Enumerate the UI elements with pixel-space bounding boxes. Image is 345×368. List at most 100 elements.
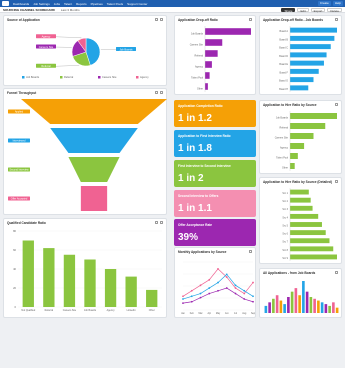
legend-label: Agency [140, 75, 149, 79]
bar [279, 300, 283, 313]
bar [290, 222, 322, 227]
share-button[interactable]: Share [281, 7, 296, 13]
x-tick-label: Jun [225, 313, 229, 315]
y-tick-label: 20 [13, 286, 16, 290]
legend-swatch [60, 76, 63, 79]
series-point [217, 289, 219, 292]
funnel-card: Funnel Throughput Applied Interviewed Seco… [3, 88, 167, 215]
export-button[interactable]: Export [310, 7, 326, 13]
pie-label: Careers Site [39, 45, 54, 49]
bar [290, 113, 337, 119]
x-tick-label: Apr [207, 312, 211, 315]
bar [205, 39, 223, 46]
y-tick-label: Board H [279, 88, 288, 91]
series-point [208, 287, 211, 289]
metric-value: 39% [178, 232, 199, 243]
series-point [182, 302, 184, 305]
series-point [217, 267, 219, 270]
y-tick-label: Other [282, 167, 288, 170]
metric-tile[interactable]: Application Completion Ratio 1 in 1.2 [174, 100, 256, 127]
y-tick-label: Agency [195, 65, 204, 68]
x-tick-label: Jan [181, 313, 185, 315]
pie-leader-line [55, 36, 82, 38]
nav-item[interactable]: Jobs [54, 2, 60, 6]
metric-value: 1 in 1.8 [178, 143, 212, 154]
funnel-chart: Applied Interviewed Second Interview Offer … [8, 99, 167, 211]
y-tick-label: Src 3 [282, 208, 288, 211]
pie-label: Agency [42, 35, 51, 39]
bar [290, 205, 313, 211]
funnel-label: Offer Accepted [11, 197, 28, 200]
series-point [208, 292, 211, 295]
bar [328, 305, 331, 313]
help-button[interactable]: Help [332, 1, 343, 6]
bar [290, 85, 309, 91]
bar [205, 72, 210, 79]
nav-item[interactable]: Pipelines [91, 2, 103, 6]
metric-tile[interactable]: Offer Acceptance Rate 39% [174, 219, 256, 246]
nav-item[interactable]: Talent [64, 2, 72, 6]
y-tick-label: Board E [279, 63, 288, 66]
metric-tile[interactable]: Second Interview to Offers 1 in 1.1 [174, 190, 256, 217]
bar [317, 300, 320, 313]
series-line [182, 273, 254, 300]
series-point [225, 273, 228, 276]
series-point [182, 295, 184, 298]
dropoff-jobboards-card: Application Drop-off Ratio - Job Boards … [259, 15, 342, 95]
y-tick-label: Board G [279, 80, 288, 83]
series-point [199, 292, 202, 295]
bar [290, 68, 319, 74]
nav-item[interactable]: Reports [76, 2, 87, 6]
edit-button[interactable]: Edit [297, 7, 309, 13]
series-point [252, 281, 254, 284]
nav-item[interactable]: Talent Pools [107, 2, 123, 6]
series-point [190, 300, 193, 303]
metric-value: 1 in 1.1 [178, 203, 212, 214]
y-tick-label: Src 6 [282, 233, 288, 236]
y-tick-label: Src 9 [282, 257, 288, 260]
nav-item[interactable]: Dashboards [13, 2, 29, 6]
date-filter[interactable]: Last 3 Months [61, 8, 80, 12]
bar [290, 213, 319, 219]
y-tick-label: Careers Site [275, 137, 289, 140]
funnel-label: Applied [15, 110, 24, 113]
y-tick-label: Src 5 [282, 224, 288, 227]
dashboard-title: SOURCING CHANNEL SCORECARD [3, 7, 55, 12]
bar [290, 163, 295, 169]
bar [63, 254, 76, 307]
legend-swatch [98, 76, 101, 79]
bar [290, 133, 314, 139]
y-tick-label: Src 2 [282, 200, 288, 203]
x-tick-label: Feb [190, 313, 195, 315]
y-tick-label: 0 [15, 305, 17, 309]
y-tick-label: Job Boards [191, 32, 204, 35]
horizontal-bar-chart: Board A Board B Board C Board D Board E Board… [279, 26, 337, 92]
bar [290, 291, 294, 313]
series-point [225, 287, 228, 289]
funnel-label: Interviewed [13, 139, 26, 142]
app-logo[interactable] [2, 1, 9, 6]
hire-source-detailed-card: Application to Hire Ratio by Source (Det… [259, 177, 342, 264]
create-button[interactable]: Create [317, 1, 331, 6]
metric-tile[interactable]: Application to First Interview Ratio 1 in… [174, 130, 256, 157]
series-point [199, 296, 202, 299]
funnel-stage [68, 157, 120, 182]
nav-item[interactable]: Job Settings [33, 2, 50, 6]
delete-button[interactable]: Delete [327, 7, 342, 13]
nav-item[interactable]: Support Center [127, 2, 147, 6]
metric-tile[interactable]: First Interview to Second Interview 1 in … [174, 160, 256, 187]
bar [294, 288, 298, 313]
bar [287, 297, 290, 313]
horizontal-bar-chart: Job Boards Careers Site Referral Agency Tale… [190, 26, 251, 92]
x-tick-label: LinkedIn [127, 309, 137, 312]
x-tick-label: Other [149, 309, 155, 312]
bar [290, 230, 326, 236]
metric-label: Application to First Interview Ratio [178, 134, 231, 138]
x-tick-label: May [216, 313, 221, 315]
metric-value: 1 in 2 [178, 173, 204, 184]
funnel-stage [21, 99, 167, 124]
bar [84, 259, 96, 307]
bar [290, 197, 311, 203]
y-tick-label: Other [197, 87, 203, 90]
top-navigation-bar: Dashboards Job Settings Jobs Talent Reports P… [0, 0, 345, 7]
